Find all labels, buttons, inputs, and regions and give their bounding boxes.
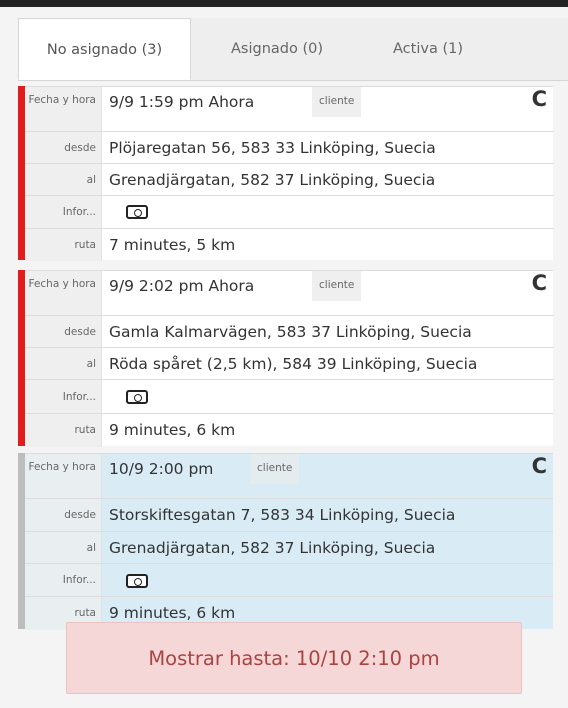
client-badge: cliente (312, 87, 362, 117)
row-to: al Grenadjärgatan, 582 37 Linköping, Sue… (25, 163, 553, 196)
from-address: Plöjaregatan 56, 583 33 Linköping, Sueci… (109, 139, 436, 157)
to-label: al (25, 348, 102, 380)
client-badge: cliente (312, 271, 362, 301)
tab-bar: No asignado (3) Asignado (0) Activa (1) (18, 18, 568, 81)
row-from: desde Gamla Kalmarvägen, 583 37 Linköpin… (25, 315, 553, 348)
route-label: ruta (25, 414, 102, 447)
row-from: desde Storskiftesgatan 7, 583 34 Linköpi… (25, 498, 553, 532)
from-label: desde (25, 499, 102, 532)
row-to: al Grenadjärgatan, 582 37 Linköping, Sue… (25, 531, 553, 564)
camera-icon[interactable] (126, 574, 148, 588)
hook-icon[interactable]: C (532, 271, 547, 295)
info-label: Infor... (25, 380, 102, 414)
status-bar (18, 453, 25, 629)
info-label: Infor... (25, 196, 102, 229)
route-label: ruta (25, 229, 102, 261)
row-datetime: Fecha y hora 10/9 2:00 pm cliente C (25, 453, 553, 499)
datetime-label: Fecha y hora (25, 271, 102, 316)
hook-icon[interactable]: C (532, 87, 547, 111)
to-address: Röda spåret (2,5 km), 584 39 Linköping, … (109, 355, 478, 373)
to-address: Grenadjärgatan, 582 37 Linköping, Suecia (109, 539, 436, 557)
datetime-value: 9/9 1:59 pm Ahora (109, 93, 255, 111)
row-datetime: Fecha y hora 9/9 2:02 pm Ahora cliente C (25, 270, 553, 316)
client-badge: cliente (250, 454, 300, 484)
tab-assigned[interactable]: Asignado (0) (198, 18, 356, 80)
row-route: ruta 9 minutes, 6 km (25, 413, 553, 447)
trip-card[interactable]: Fecha y hora 10/9 2:00 pm cliente C desd… (18, 453, 553, 630)
datetime-value: 9/9 2:02 pm Ahora (109, 277, 255, 295)
camera-icon[interactable] (126, 390, 148, 404)
trip-card[interactable]: Fecha y hora 9/9 2:02 pm Ahora cliente C… (18, 270, 553, 447)
route-value: 7 minutes, 5 km (109, 236, 236, 254)
row-info: Infor... (25, 563, 553, 597)
show-until-button[interactable]: Mostrar hasta: 10/10 2:10 pm (66, 622, 522, 694)
to-label: al (25, 164, 102, 196)
from-label: desde (25, 316, 102, 348)
trip-card[interactable]: Fecha y hora 9/9 1:59 pm Ahora cliente C… (18, 86, 553, 261)
row-datetime: Fecha y hora 9/9 1:59 pm Ahora cliente C (25, 86, 553, 132)
hook-icon[interactable]: C (532, 454, 547, 478)
tab-unassigned[interactable]: No asignado (3) (18, 18, 191, 80)
to-label: al (25, 532, 102, 564)
from-label: desde (25, 132, 102, 164)
to-address: Grenadjärgatan, 582 37 Linköping, Suecia (109, 171, 436, 189)
top-border (0, 0, 568, 7)
row-info: Infor... (25, 379, 553, 414)
status-bar (18, 270, 25, 446)
status-bar (18, 86, 25, 260)
camera-icon[interactable] (126, 205, 148, 219)
from-address: Storskiftesgatan 7, 583 34 Linköping, Su… (109, 506, 456, 524)
row-from: desde Plöjaregatan 56, 583 33 Linköping,… (25, 131, 553, 164)
row-to: al Röda spåret (2,5 km), 584 39 Linköpin… (25, 347, 553, 380)
datetime-label: Fecha y hora (25, 454, 102, 499)
route-value: 9 minutes, 6 km (109, 421, 236, 439)
from-address: Gamla Kalmarvägen, 583 37 Linköping, Sue… (109, 323, 472, 341)
datetime-value: 10/9 2:00 pm (109, 460, 214, 478)
row-info: Infor... (25, 195, 553, 229)
datetime-label: Fecha y hora (25, 87, 102, 132)
tab-active[interactable]: Activa (1) (368, 18, 488, 80)
row-route: ruta 7 minutes, 5 km (25, 228, 553, 261)
info-label: Infor... (25, 564, 102, 597)
